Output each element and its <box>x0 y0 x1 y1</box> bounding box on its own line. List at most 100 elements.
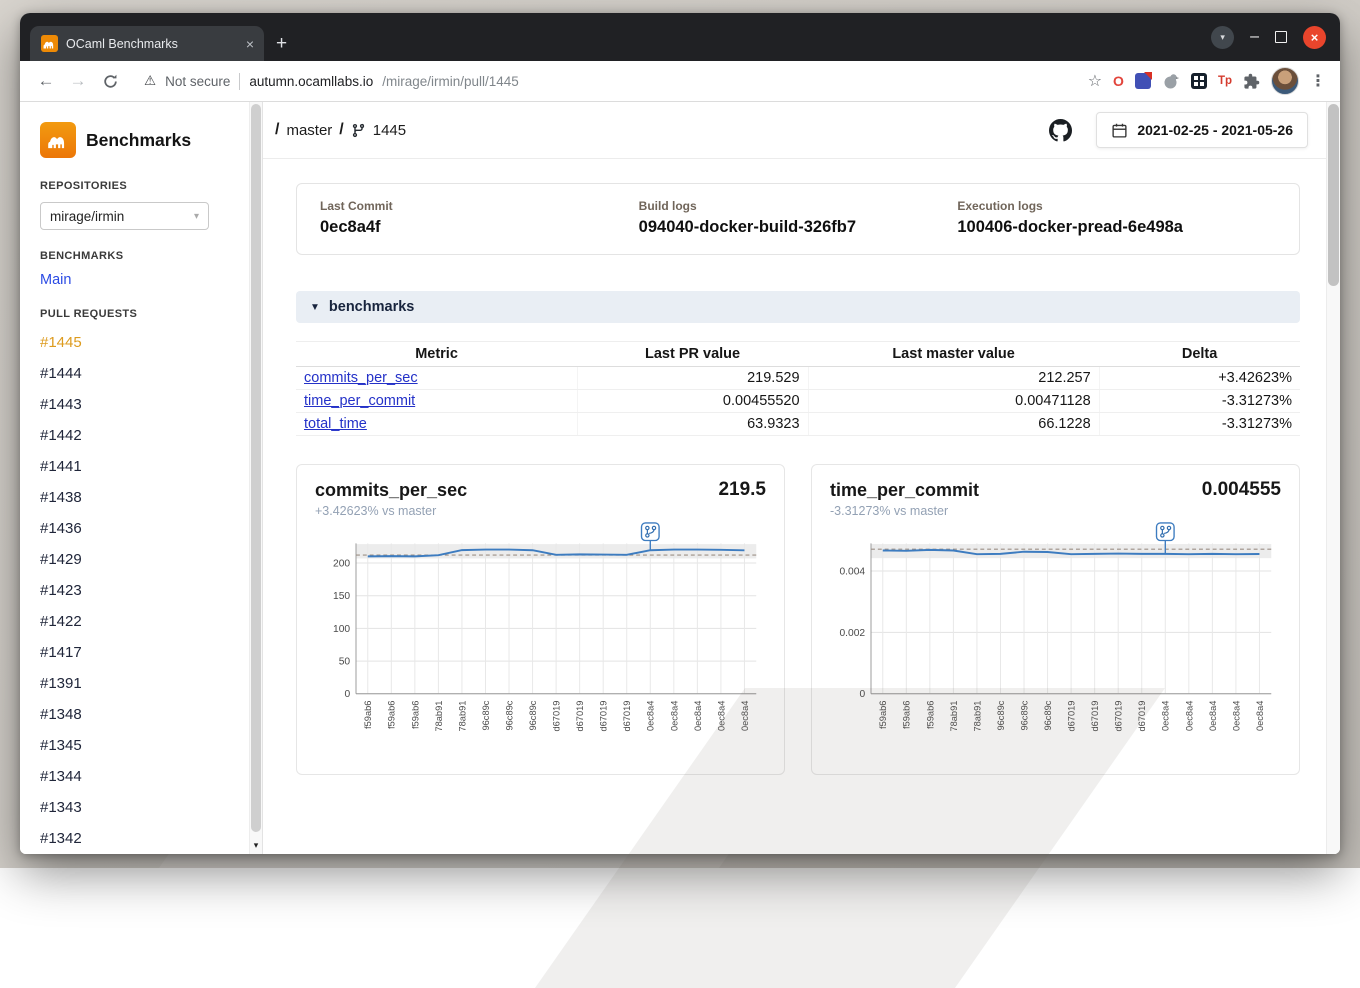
main-scrollbar[interactable] <box>1326 102 1340 854</box>
sidebar-pr-link[interactable]: #1343 <box>40 799 232 817</box>
github-link-icon[interactable] <box>1049 119 1072 142</box>
reload-button[interactable] <box>96 73 124 90</box>
svg-text:d67019: d67019 <box>622 701 632 732</box>
main-scrollbar-thumb[interactable] <box>1328 104 1339 286</box>
back-button[interactable]: ← <box>32 71 60 91</box>
sidebar-pr-link[interactable]: #1445 <box>40 334 232 352</box>
breadcrumb-pr-number: 1445 <box>373 122 406 139</box>
extension-tampermonkey-icon[interactable]: Tp <box>1218 75 1232 87</box>
svg-text:d67019: d67019 <box>1137 701 1147 732</box>
profile-avatar[interactable] <box>1271 67 1299 95</box>
svg-text:0: 0 <box>344 689 350 700</box>
svg-text:f59ab6: f59ab6 <box>902 701 912 729</box>
browser-menu-icon[interactable]: ⋮ <box>1310 71 1326 91</box>
sidebar-scrollbar[interactable]: ▾ <box>249 102 262 854</box>
execution-logs-value: 100406-docker-pread-6e498a <box>957 218 1276 237</box>
browser-window: OCaml Benchmarks × + ▾ – × ← → ⚠ Not sec… <box>20 13 1340 854</box>
metric-link[interactable]: total_time <box>304 416 367 432</box>
line-chart-time-per-commit[interactable]: 00.0020.004f59ab6f59ab6f59ab678ab9178ab9… <box>830 520 1281 766</box>
table-row: time_per_commit0.004555200.00471128-3.31… <box>296 390 1300 413</box>
svg-text:d67019: d67019 <box>1067 701 1077 732</box>
window-close-button[interactable]: × <box>1303 26 1326 49</box>
svg-text:0.004: 0.004 <box>839 566 865 577</box>
svg-text:d67019: d67019 <box>1114 701 1124 732</box>
app-logo-row: Benchmarks <box>40 122 232 158</box>
sidebar-pr-link[interactable]: #1391 <box>40 675 232 693</box>
table-header: Metric <box>296 342 577 367</box>
sidebar-pr-link[interactable]: #1417 <box>40 644 232 662</box>
extensions-puzzle-icon[interactable] <box>1243 73 1260 90</box>
scroll-down-arrow-icon[interactable]: ▾ <box>250 840 262 851</box>
breadcrumb-branch[interactable]: master <box>286 122 332 139</box>
toolbar-right: ☆ O Tp ⋮ <box>1078 67 1328 95</box>
table-cell: 0.00455520 <box>577 390 808 413</box>
repository-select[interactable]: mirage/irmin ▾ <box>40 202 209 230</box>
sidebar-item-main[interactable]: Main <box>40 272 232 288</box>
sidebar-pr-link[interactable]: #1423 <box>40 582 232 600</box>
sidebar-pr-link[interactable]: #1436 <box>40 520 232 538</box>
reload-icon <box>102 73 119 90</box>
extension-duck-icon[interactable] <box>1162 72 1180 90</box>
sidebar-pr-link[interactable]: #1442 <box>40 427 232 445</box>
metric-link[interactable]: time_per_commit <box>304 393 415 409</box>
table-header: Last master value <box>808 342 1099 367</box>
content-body: Last Commit 0ec8a4f Build logs 094040-do… <box>263 159 1340 795</box>
table-row: commits_per_sec219.529212.257+3.42623% <box>296 367 1300 390</box>
window-maximize-button[interactable] <box>1275 31 1287 43</box>
sidebar-pr-link[interactable]: #1441 <box>40 458 232 476</box>
svg-text:96c89c: 96c89c <box>1043 700 1053 730</box>
sidebar-pr-link[interactable]: #1344 <box>40 768 232 786</box>
sidebar-pr-link[interactable]: #1443 <box>40 396 232 414</box>
svg-text:0ec8a4: 0ec8a4 <box>740 701 750 731</box>
breadcrumb-slash: / <box>275 121 279 139</box>
svg-text:0ec8a4: 0ec8a4 <box>716 701 726 731</box>
address-bar[interactable]: ⚠ Not secure autumn.ocamllabs.io/mirage/… <box>128 73 1074 90</box>
table-cell: 0.00471128 <box>808 390 1099 413</box>
svg-text:0ec8a4: 0ec8a4 <box>646 701 656 731</box>
pull-request-list: #1445 #1444 #1443 #1442 #1441 #1438 #1436 #1429… <box>40 334 232 848</box>
table-cell: 63.9323 <box>577 413 808 436</box>
sidebar-pr-link[interactable]: #1342 <box>40 830 232 848</box>
sidebar-pr-link[interactable]: #1438 <box>40 489 232 507</box>
svg-text:d67019: d67019 <box>1090 701 1100 732</box>
benchmarks-collapse-header[interactable]: ▼ benchmarks <box>296 291 1300 323</box>
commit-summary-card: Last Commit 0ec8a4f Build logs 094040-do… <box>296 183 1300 255</box>
charts-row: commits_per_sec +3.42623% vs master 219.… <box>296 464 1300 775</box>
bookmark-star-icon[interactable]: ☆ <box>1088 71 1102 91</box>
svg-text:96c89c: 96c89c <box>1019 700 1029 730</box>
table-cell: 66.1228 <box>808 413 1099 436</box>
svg-text:78ab91: 78ab91 <box>457 701 467 732</box>
metric-link[interactable]: commits_per_sec <box>304 370 418 386</box>
line-chart-commits-per-sec[interactable]: 050100150200f59ab6f59ab6f59ab678ab9178ab… <box>315 520 766 766</box>
sidebar-pr-link[interactable]: #1429 <box>40 551 232 569</box>
tab-close-icon[interactable]: × <box>244 37 256 51</box>
chart-title: time_per_commit <box>830 479 979 501</box>
window-minimize-button[interactable]: – <box>1250 32 1259 42</box>
sidebar-pr-link[interactable]: #1444 <box>40 365 232 383</box>
date-range-value: 2021-02-25 - 2021-05-26 <box>1137 122 1293 138</box>
chart-delta-label: +3.42623% vs master <box>315 504 467 518</box>
extension-shield-icon[interactable] <box>1135 73 1151 89</box>
extension-grid-icon[interactable] <box>1191 73 1207 89</box>
svg-text:0ec8a4: 0ec8a4 <box>669 701 679 731</box>
last-commit-value: 0ec8a4f <box>320 218 639 237</box>
extension-onetab-icon[interactable]: O <box>1113 73 1124 89</box>
new-tab-button[interactable]: + <box>276 35 287 52</box>
table-cell: +3.42623% <box>1099 367 1300 390</box>
sidebar-scrollbar-thumb[interactable] <box>251 104 261 832</box>
benchmarks-table: MetricLast PR valueLast master valueDelt… <box>296 341 1300 436</box>
svg-text:78ab91: 78ab91 <box>949 701 959 732</box>
sidebar-pr-link[interactable]: #1348 <box>40 706 232 724</box>
chart-delta-label: -3.31273% vs master <box>830 504 979 518</box>
browser-profile-button[interactable]: ▾ <box>1211 26 1234 49</box>
date-range-picker[interactable]: 2021-02-25 - 2021-05-26 <box>1096 112 1308 148</box>
browser-tab[interactable]: OCaml Benchmarks × <box>30 26 264 61</box>
svg-text:96c89c: 96c89c <box>996 700 1006 730</box>
app-logo-camel-icon <box>40 122 76 158</box>
sidebar-pr-link[interactable]: #1422 <box>40 613 232 631</box>
not-secure-warning-icon[interactable]: ⚠ <box>144 73 156 89</box>
svg-text:f59ab6: f59ab6 <box>925 701 935 729</box>
sidebar-pr-link[interactable]: #1345 <box>40 737 232 755</box>
desktop-background: OCaml Benchmarks × + ▾ – × ← → ⚠ Not sec… <box>0 0 1360 868</box>
forward-button[interactable]: → <box>64 71 92 91</box>
